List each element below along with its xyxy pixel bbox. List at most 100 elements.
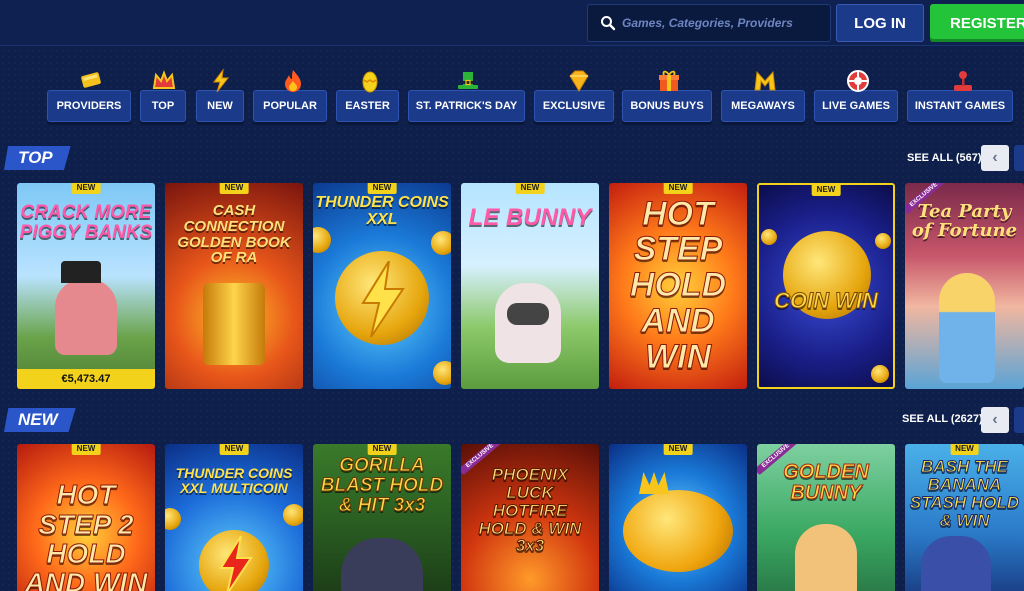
category-popular[interactable]: POPULAR [253,90,327,122]
new-badge: NEW [367,183,397,194]
category-top[interactable]: TOP [140,90,186,122]
category-label: NEW [207,100,233,112]
game-title: PHOENIX LUCK HOTFIRE HOLD & WIN 3x3 [478,465,582,556]
lightning-bolt-image [219,536,253,591]
game-card-thunder-coins-xxl[interactable]: NEW THUNDER COINS XXL [313,183,451,389]
category-label: POPULAR [263,100,317,112]
category-label: EASTER [345,100,390,112]
category-instant-games[interactable]: INSTANT GAMES [907,90,1013,122]
new-badge: NEW [811,185,841,196]
gorilla-character-image [341,538,423,591]
category-providers[interactable]: PROVIDERS [47,90,131,122]
new-badge: NEW [219,183,249,194]
login-button[interactable]: LOG IN [836,4,924,42]
game-card-thunder-coins-multicoin[interactable]: NEW THUNDER COINS XXL MULTICOIN [165,444,303,591]
see-all-top-link[interactable]: SEE ALL (567) [907,152,982,164]
register-button[interactable]: REGISTER [930,4,1024,42]
scroll-left-new-button[interactable]: ‹ [981,407,1009,433]
top-hat-image [61,261,101,283]
roulette-icon [847,70,869,92]
new-badge: NEW [71,444,101,455]
game-title: HOT STEP HOLD AND WIN [629,194,727,376]
pig-character-image [55,279,117,355]
game-card-hot-step-2[interactable]: NEW HOT STEP 2 HOLD AND WIN [17,444,155,591]
game-card-crack-more-piggy-banks[interactable]: NEW CRACK MORE PIGGY BANKS €5,473.47 [17,183,155,389]
section-title-new: NEW [4,408,76,432]
lightning-bolt-image [361,261,405,337]
game-card-bash-the-banana-stash[interactable]: NEW BASH THE BANANA STASH HOLD & WIN [905,444,1024,591]
crown-icon [152,70,176,89]
section-title-top: TOP [4,146,71,170]
new-badge: NEW [71,183,101,194]
category-label: TOP [151,100,175,112]
category-label: PROVIDERS [56,100,122,112]
game-card-hot-step[interactable]: NEW HOT STEP HOLD AND WIN [609,183,747,389]
category-new[interactable]: NEW [196,90,244,122]
category-label: INSTANT GAMES [914,100,1006,112]
search-icon [601,16,616,31]
chevron-left-icon: ‹ [992,149,998,166]
category-label: MEGAWAYS [731,100,795,112]
chevron-left-icon: ‹ [992,411,998,428]
flame-icon [285,70,301,92]
category-megaways[interactable]: MEGAWAYS [721,90,805,122]
diamond-icon [569,70,589,92]
golden-pig-image [623,490,733,572]
new-badge: NEW [663,444,693,455]
game-title: COIN WIN [774,288,879,314]
new-badge: NEW [950,444,979,455]
category-label: EXCLUSIVE [542,100,606,112]
scroll-left-top-button[interactable]: ‹ [981,145,1009,171]
bunny-character-image [795,524,857,591]
category-label: LIVE GAMES [822,100,890,112]
category-live-games[interactable]: LIVE GAMES [814,90,898,122]
alice-character-image [939,273,995,383]
search-input[interactable] [622,16,822,30]
coin-image [761,229,777,245]
egg-icon [362,71,378,93]
scroll-right-new-button[interactable] [1014,407,1024,433]
category-st-patricks-day[interactable]: ST. PATRICK'S DAY [408,90,525,122]
raccoon-mask-image [507,303,549,325]
jackpot-amount: €5,473.47 [17,369,155,389]
scroll-right-top-button[interactable] [1014,145,1024,171]
category-nav: PROVIDERS TOP NEW POPULAR EASTER ST. PAT… [0,68,1024,124]
section-title-label: NEW [18,410,58,429]
gorilla-police-character-image [921,536,991,591]
new-badge: NEW [367,444,397,455]
leprechaun-hat-icon [458,72,478,89]
category-label: BONUS BUYS [630,100,704,112]
coin-image [433,361,451,385]
top-bar: LOG IN REGISTER [0,0,1024,46]
new-badge: NEW [515,183,545,194]
new-badge: NEW [663,183,693,194]
game-card-golden-bunny[interactable]: EXCLUSIVE GOLDEN BUNNY [757,444,895,591]
coin-image [871,365,889,383]
category-label: ST. PATRICK'S DAY [415,100,518,112]
game-card-coin-win[interactable]: NEW COIN WIN [757,183,895,389]
search-box[interactable] [587,4,831,42]
coin-image [431,231,451,255]
lightning-icon [213,68,230,93]
gold-bars-icon [81,72,101,88]
section-title-label: TOP [18,148,53,167]
coin-image [875,233,891,249]
category-exclusive[interactable]: EXCLUSIVE [534,90,614,122]
game-title: HOT STEP 2 HOLD AND WIN [24,479,148,591]
game-card-gorilla-blast[interactable]: NEW GORILLA BLAST HOLD & HIT 3x3 [313,444,451,591]
see-all-new-link[interactable]: SEE ALL (2627) [902,413,983,425]
golden-book-image [203,283,265,365]
game-card-phoenix-luck-hotfire[interactable]: EXCLUSIVE PHOENIX LUCK HOTFIRE HOLD & WI… [461,444,599,591]
game-card-golden-pig[interactable]: NEW [609,444,747,591]
joystick-icon [954,71,972,91]
coin-image [283,504,303,526]
game-card-tea-party-of-fortune[interactable]: EXCLUSIVE Tea Party of Fortune [905,183,1024,389]
game-card-golden-book-of-ra[interactable]: NEW CASH CONNECTION GOLDEN BOOK OF RA [165,183,303,389]
new-badge: NEW [219,444,249,455]
crown-image [639,472,669,494]
gift-icon [659,70,679,91]
category-bonus-buys[interactable]: BONUS BUYS [622,90,712,122]
game-card-le-bunny[interactable]: NEW LE BUNNY [461,183,599,389]
megaways-m-icon [754,70,776,91]
category-easter[interactable]: EASTER [336,90,399,122]
